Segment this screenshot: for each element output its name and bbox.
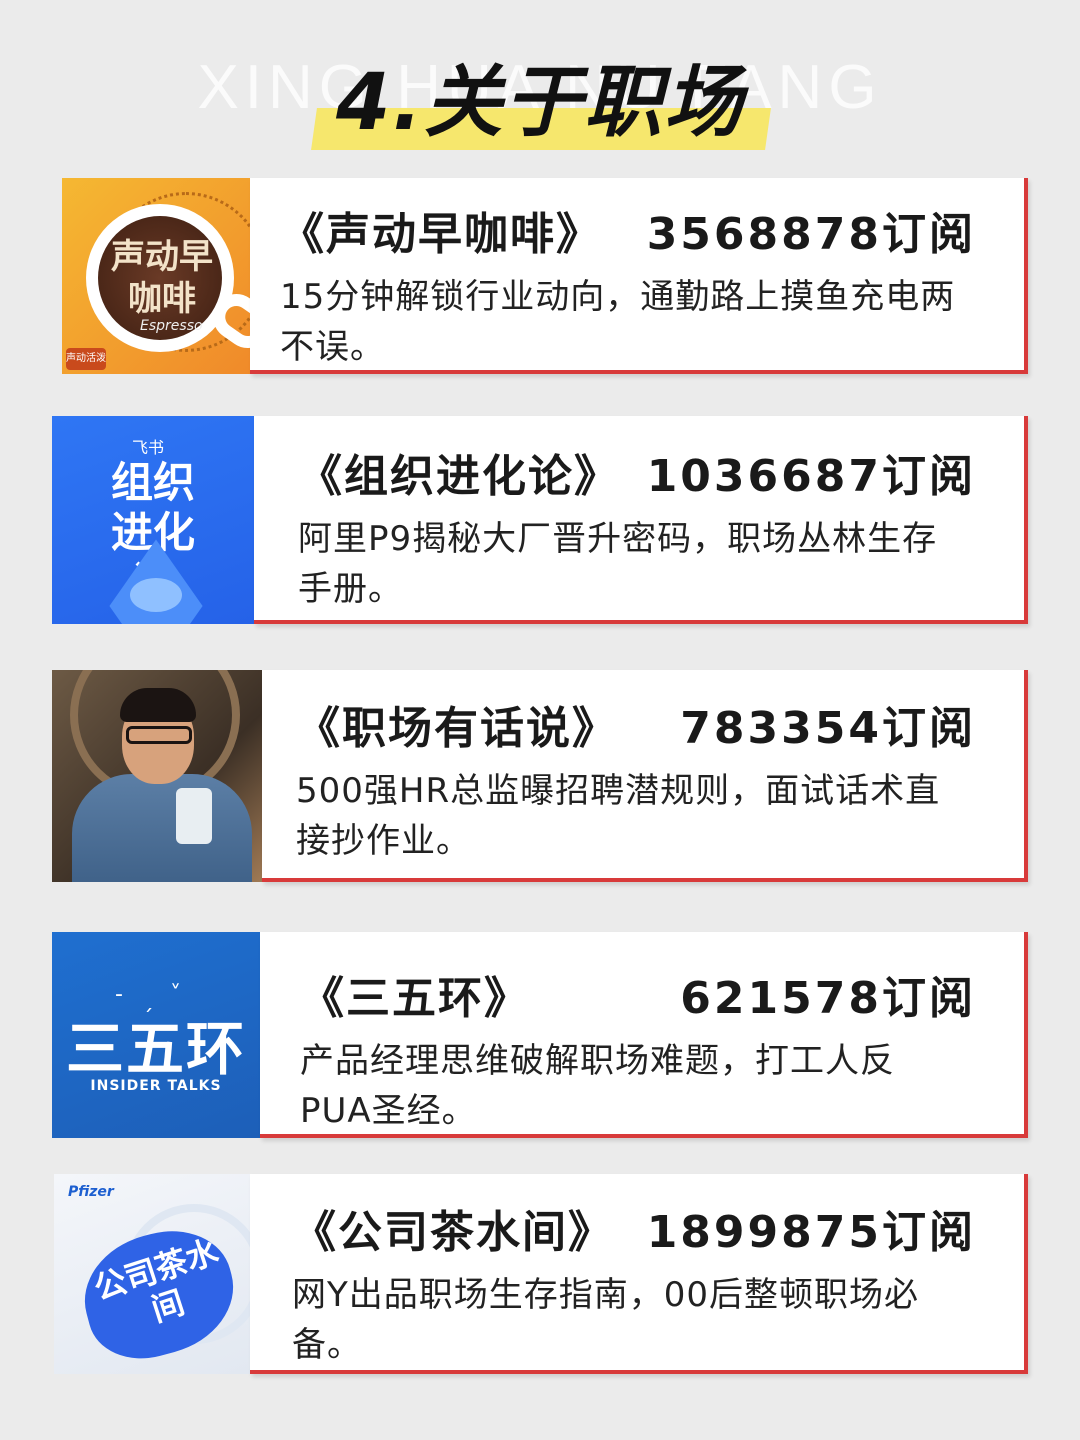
subscriber-count: 1899875订阅 bbox=[646, 1207, 976, 1258]
title-wrap: 4.关于职场 bbox=[0, 40, 1080, 152]
cover-label: 声动早咖啡 bbox=[111, 237, 213, 319]
podcast-card[interactable]: - ˅ ˊ 三五环 INSIDER TALKS 《三五环》 621578订阅 产… bbox=[52, 932, 1028, 1138]
podcast-description: 产品经理思维破解职场难题，打工人反PUA圣经。 bbox=[300, 1041, 895, 1131]
cube-top-icon bbox=[130, 578, 182, 612]
podcast-description: 阿里P9揭秘大厂晋升密码，职场丛林生存手册。 bbox=[298, 519, 938, 609]
card-head: 《声动早咖啡》 3568878订阅 bbox=[280, 198, 1024, 262]
cover-image bbox=[52, 670, 262, 882]
card-body: 《三五环》 621578订阅 产品经理思维破解职场难题，打工人反PUA圣经。 bbox=[260, 932, 1028, 1138]
brand-logo: 声动活泼 bbox=[66, 348, 106, 370]
podcast-card[interactable]: Pfizer 公司茶水间 《公司茶水间》 1899875订阅 网Y出品职场生存指… bbox=[54, 1174, 1028, 1374]
podcast-name: 《公司茶水间》 bbox=[292, 1207, 614, 1258]
cover-tag: 飞书 bbox=[132, 438, 165, 457]
glasses-icon bbox=[126, 726, 192, 744]
subscriber-count: 783354订阅 bbox=[680, 703, 976, 754]
cover-sublabel: INSIDER TALKS bbox=[90, 1078, 222, 1094]
card-head: 《公司茶水间》 1899875订阅 bbox=[292, 1196, 1024, 1260]
cover-image: 声动早咖啡 Espresso 声动活泼 bbox=[62, 178, 250, 374]
cover-image: - ˅ ˊ 三五环 INSIDER TALKS bbox=[52, 932, 260, 1138]
cover-image: 飞书 组织进化论 bbox=[52, 416, 254, 624]
podcast-card[interactable]: 飞书 组织进化论 《组织进化论》 1036687订阅 阿里P9揭秘大厂晋升密码，… bbox=[52, 416, 1028, 624]
cup-icon bbox=[176, 788, 212, 844]
card-body: 《声动早咖啡》 3568878订阅 15分钟解锁行业动向，通勤路上摸鱼充电两不误… bbox=[250, 178, 1028, 374]
page-title-text: 4.关于职场 bbox=[336, 58, 744, 148]
card-head: 《三五环》 621578订阅 bbox=[300, 962, 1024, 1026]
podcast-name: 《职场有话说》 bbox=[296, 703, 618, 754]
card-body: 《职场有话说》 783354订阅 500强HR总监曝招聘潜规则，面试话术直接抄作… bbox=[262, 670, 1028, 882]
cover-image: Pfizer 公司茶水间 bbox=[54, 1174, 250, 1374]
card-head: 《职场有话说》 783354订阅 bbox=[296, 692, 1024, 756]
subscriber-count: 621578订阅 bbox=[680, 973, 976, 1024]
page: XING HUA NU FANG 4.关于职场 声动早咖啡 Espresso 声… bbox=[0, 0, 1080, 1440]
podcast-name: 《组织进化论》 bbox=[298, 451, 620, 502]
page-title: 4.关于职场 bbox=[311, 40, 771, 152]
podcast-name: 《声动早咖啡》 bbox=[280, 209, 602, 260]
podcast-card[interactable]: 声动早咖啡 Espresso 声动活泼 《声动早咖啡》 3568878订阅 15… bbox=[62, 178, 1028, 374]
podcast-description: 15分钟解锁行业动向，通勤路上摸鱼充电两不误。 bbox=[280, 277, 956, 367]
card-body: 《公司茶水间》 1899875订阅 网Y出品职场生存指南，00后整顿职场必备。 bbox=[250, 1174, 1028, 1374]
podcast-description: 网Y出品职场生存指南，00后整顿职场必备。 bbox=[292, 1275, 920, 1365]
subscriber-count: 3568878订阅 bbox=[646, 209, 976, 260]
brand-logo: Pfizer bbox=[68, 1184, 114, 1200]
cover-label: 三五环 bbox=[65, 1015, 246, 1083]
podcast-card[interactable]: 《职场有话说》 783354订阅 500强HR总监曝招聘潜规则，面试话术直接抄作… bbox=[52, 670, 1028, 882]
podcast-description: 500强HR总监曝招聘潜规则，面试话术直接抄作业。 bbox=[296, 771, 941, 861]
card-head: 《组织进化论》 1036687订阅 bbox=[298, 440, 1024, 504]
card-body: 《组织进化论》 1036687订阅 阿里P9揭秘大厂晋升密码，职场丛林生存手册。 bbox=[254, 416, 1028, 624]
cover-sublabel: Espresso bbox=[140, 318, 203, 334]
jacket-shape bbox=[72, 774, 252, 882]
podcast-name: 《三五环》 bbox=[300, 973, 530, 1024]
subscriber-count: 1036687订阅 bbox=[646, 451, 976, 502]
hair-shape bbox=[120, 688, 196, 722]
